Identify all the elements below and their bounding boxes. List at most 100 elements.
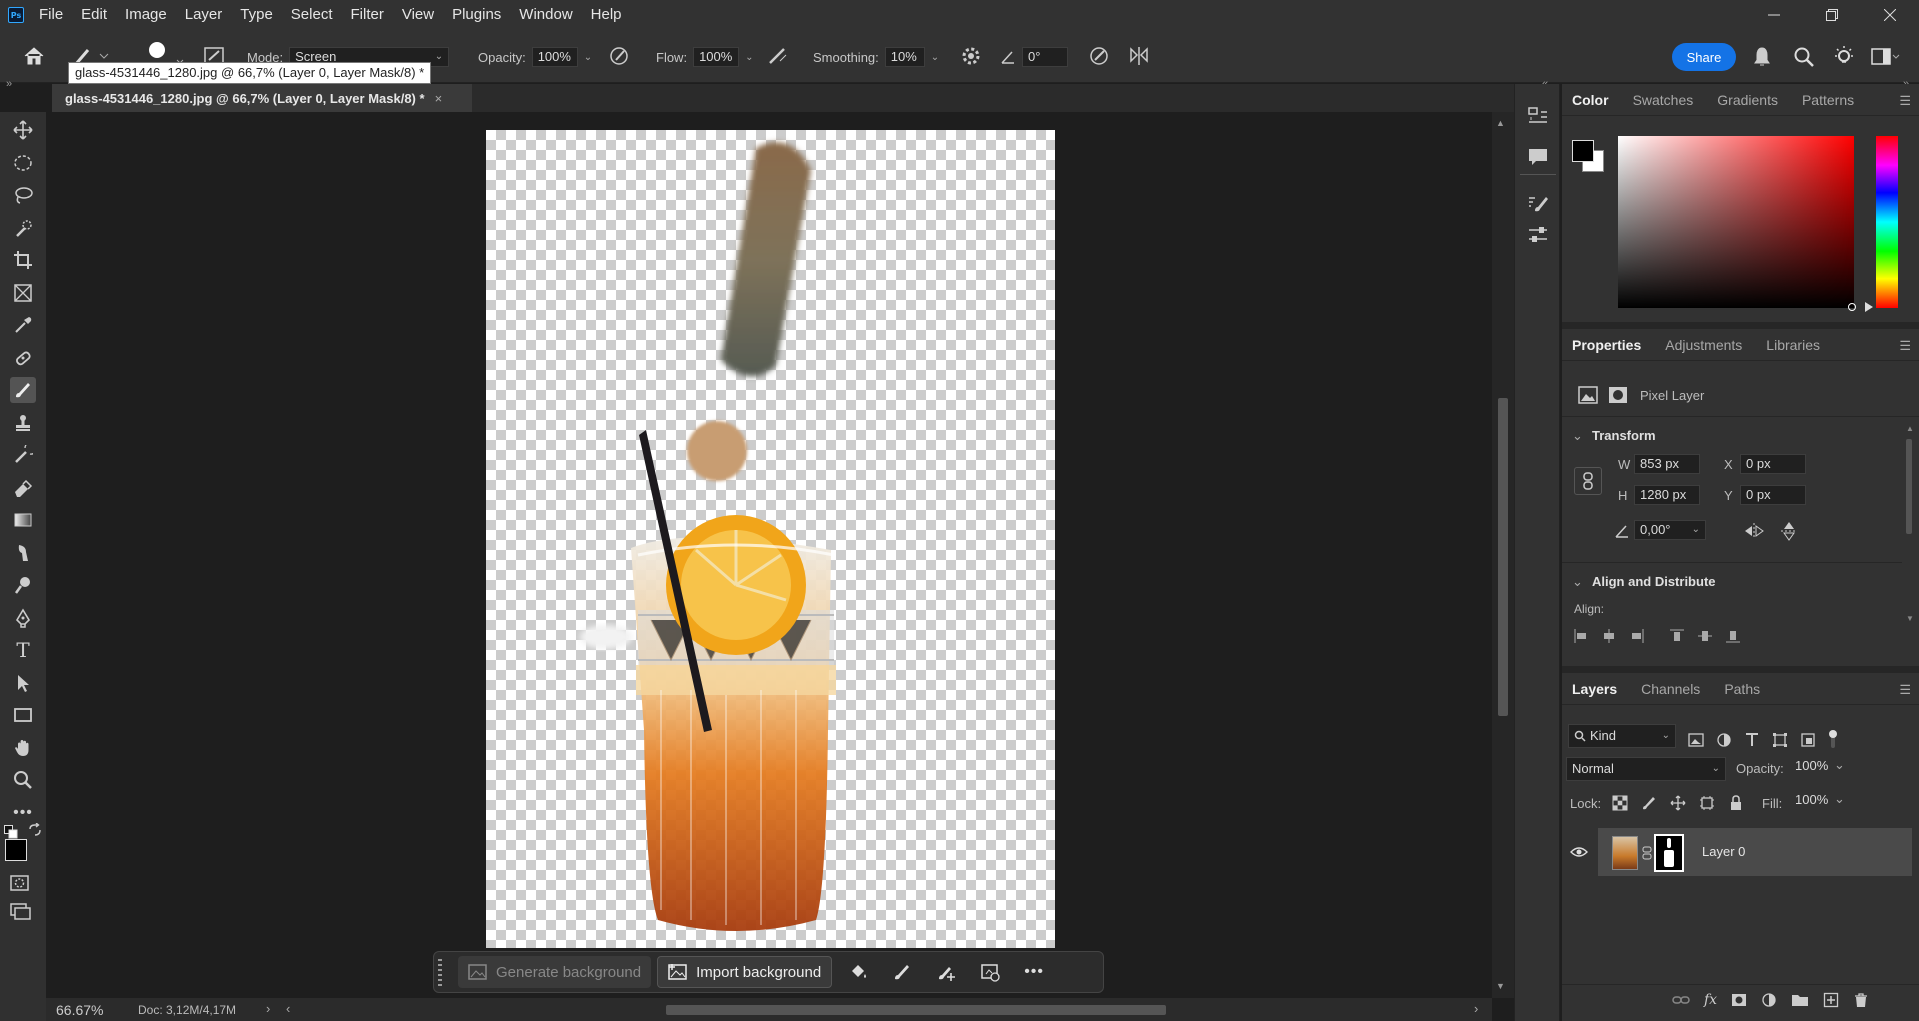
menu-help[interactable]: Help (582, 0, 631, 30)
generate-background-button[interactable]: Generate background (458, 956, 652, 988)
lock-position-icon[interactable] (1670, 795, 1686, 811)
screen-mode-icon[interactable] (10, 902, 32, 920)
close-tab-icon[interactable]: × (435, 91, 443, 106)
menu-plugins[interactable]: Plugins (443, 0, 510, 30)
tab-channels[interactable]: Channels (1629, 681, 1712, 697)
marquee-tool-icon[interactable] (10, 150, 36, 176)
menu-select[interactable]: Select (282, 0, 342, 30)
move-tool-icon[interactable] (10, 117, 36, 143)
color-panel-menu-icon[interactable]: ☰ (1899, 93, 1911, 109)
trash-icon[interactable] (1853, 992, 1869, 1008)
y-position-field[interactable]: 0 px (1740, 485, 1806, 505)
comments-panel-icon[interactable] (1527, 146, 1549, 168)
menu-layer[interactable]: Layer (176, 0, 232, 30)
rotation-field[interactable]: 0,00° ⌄ (1634, 520, 1706, 540)
mask-options-icon[interactable] (970, 956, 1010, 988)
lasso-tool-icon[interactable] (10, 182, 36, 208)
chevron-down-icon[interactable]: ⌄ (931, 52, 939, 63)
lock-transparent-pixels-icon[interactable] (1612, 795, 1628, 811)
properties-scrollbar[interactable]: ▲ ▼ (1906, 424, 1914, 624)
pixel-layer-icon[interactable] (1578, 386, 1598, 404)
type-tool-icon[interactable]: T (10, 637, 36, 663)
quick-selection-tool-icon[interactable] (10, 215, 36, 241)
menu-type[interactable]: Type (231, 0, 282, 30)
color-saturation-field[interactable] (1618, 136, 1854, 308)
gear-icon[interactable] (960, 45, 982, 67)
brush-tool-icon[interactable] (10, 377, 36, 403)
tab-layers[interactable]: Layers (1562, 681, 1629, 697)
new-layer-icon[interactable] (1823, 992, 1839, 1008)
add-mask-icon[interactable] (1731, 992, 1747, 1008)
restore-button[interactable] (1803, 0, 1861, 30)
layer-opacity-field[interactable]: 100% (1790, 757, 1832, 779)
scroll-down-icon[interactable]: ▼ (1496, 981, 1505, 991)
search-icon[interactable] (1793, 46, 1815, 68)
layer-name[interactable]: Layer 0 (1702, 844, 1745, 859)
layer-style-fx-icon[interactable]: fx (1704, 992, 1717, 1008)
pressure-opacity-icon[interactable] (608, 45, 630, 67)
eyedropper-tool-icon[interactable] (10, 312, 36, 338)
rectangle-tool-icon[interactable] (10, 702, 36, 728)
hue-slider-handle-icon[interactable] (1865, 302, 1873, 312)
chevron-down-icon[interactable]: ⌄ (584, 52, 592, 63)
brush-panel-icon[interactable] (1527, 192, 1549, 214)
pressure-size-icon[interactable] (1088, 45, 1110, 67)
toolbar-collapse-icon[interactable]: » (6, 78, 12, 90)
history-brush-tool-icon[interactable] (10, 442, 36, 468)
import-background-button[interactable]: Import background (657, 956, 833, 988)
layer-filter-select[interactable]: Kind ⌄ (1568, 724, 1676, 748)
menu-file[interactable]: File (30, 0, 72, 30)
path-selection-tool-icon[interactable] (10, 670, 36, 696)
history-panel-icon[interactable] (1527, 106, 1549, 128)
x-position-field[interactable]: 0 px (1740, 454, 1806, 474)
link-dimensions-icon[interactable] (1574, 467, 1602, 495)
dodge-tool-icon[interactable] (10, 572, 36, 598)
chevron-down-icon[interactable]: ⌄ (1572, 574, 1583, 590)
vertical-scrollbar[interactable]: ▲ ▼ (1492, 112, 1514, 998)
new-group-icon[interactable] (1791, 992, 1809, 1008)
lock-image-pixels-icon[interactable] (1641, 795, 1657, 811)
zoom-level[interactable]: 66.67% (56, 1002, 103, 1018)
brush-add-icon[interactable] (926, 956, 966, 988)
panel-foreground-swatch[interactable] (1572, 140, 1594, 162)
scroll-right-icon[interactable]: › (1474, 1001, 1478, 1016)
mask-link-icon[interactable] (1642, 846, 1652, 860)
hand-tool-icon[interactable] (10, 735, 36, 761)
flip-horizontal-icon[interactable] (1743, 522, 1765, 540)
brush-action-icon[interactable] (882, 956, 922, 988)
foreground-color-swatch[interactable] (5, 839, 27, 861)
menu-edit[interactable]: Edit (72, 0, 116, 30)
symmetry-icon[interactable] (1127, 45, 1151, 67)
height-field[interactable]: 1280 px (1634, 485, 1700, 505)
layer-thumbnail[interactable] (1612, 836, 1638, 870)
eye-visibility-icon[interactable] (1570, 845, 1588, 859)
workspace-icon[interactable] (1870, 46, 1900, 68)
minimize-button[interactable] (1745, 0, 1803, 30)
flip-vertical-icon[interactable] (1780, 520, 1798, 542)
fill-bucket-icon[interactable] (838, 956, 878, 988)
flow-field[interactable]: 100% (693, 47, 740, 67)
scroll-up-icon[interactable]: ▲ (1496, 118, 1505, 128)
layer-mask-icon[interactable] (1608, 386, 1628, 404)
tab-gradients[interactable]: Gradients (1705, 92, 1790, 108)
crop-tool-icon[interactable] (10, 247, 36, 273)
tab-color[interactable]: Color (1562, 92, 1621, 108)
tab-swatches[interactable]: Swatches (1621, 92, 1706, 108)
pen-tool-icon[interactable] (10, 605, 36, 631)
color-picker-cursor[interactable] (1848, 303, 1856, 311)
document-tab[interactable]: glass-4531446_1280.jpg @ 66,7% (Layer 0,… (52, 84, 472, 112)
properties-panel-menu-icon[interactable]: ☰ (1899, 338, 1911, 354)
layer-row[interactable]: Layer 0 (1598, 828, 1912, 876)
discover-lightbulb-icon[interactable] (1832, 45, 1856, 69)
smoothing-field[interactable]: 10% (884, 47, 925, 67)
layer-mask-thumbnail[interactable] (1654, 834, 1684, 872)
document-canvas[interactable] (486, 130, 1055, 948)
smudge-tool-icon[interactable] (10, 540, 36, 566)
blend-mode-select[interactable]: Normal ⌄ (1566, 757, 1726, 781)
bell-icon[interactable] (1752, 46, 1772, 68)
menu-window[interactable]: Window (510, 0, 581, 30)
adjustments-panel-icon[interactable] (1527, 224, 1549, 246)
adjustment-layer-icon[interactable] (1761, 992, 1777, 1008)
clone-stamp-tool-icon[interactable] (10, 410, 36, 436)
link-layers-icon[interactable] (1672, 993, 1690, 1007)
